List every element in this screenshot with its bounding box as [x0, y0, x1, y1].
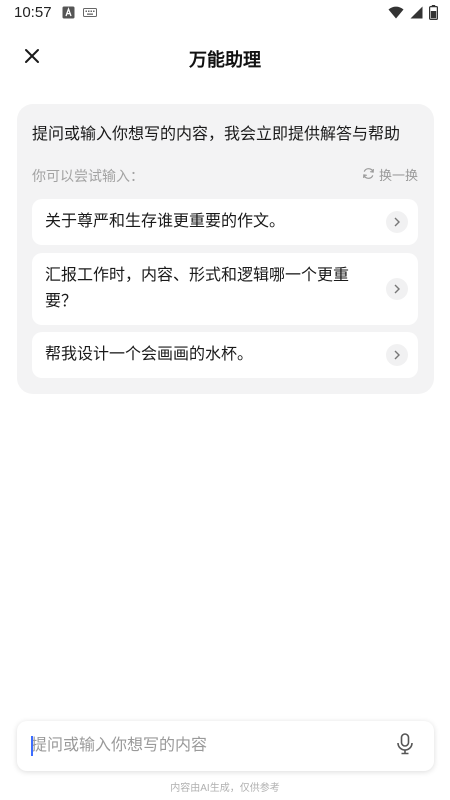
a-badge-icon: [62, 6, 75, 24]
ai-disclaimer: 内容由AI生成，仅供参考: [170, 783, 280, 794]
card-intro-text: 提问或输入你想写的内容，我会立即提供解答与帮助: [32, 126, 401, 143]
suggestion-item[interactable]: 帮我设计一个会画画的水杯。: [32, 332, 418, 378]
page-title: 万能助理: [189, 50, 261, 70]
text-caret: [31, 736, 33, 756]
suggestion-card: 提问或输入你想写的内容，我会立即提供解答与帮助 你可以尝试输入： 换一换 关于尊…: [17, 104, 434, 394]
voice-input-button[interactable]: [392, 732, 418, 760]
wifi-icon: [388, 6, 404, 24]
chevron-right-icon: [386, 211, 408, 233]
microphone-icon: [396, 732, 414, 760]
suggestion-text: 关于尊严和生存谁更重要的作文。: [45, 213, 286, 230]
chevron-right-icon: [386, 344, 408, 366]
system-icons: [388, 5, 439, 25]
try-label: 你可以尝试输入：: [32, 168, 144, 184]
header: 万能助理: [0, 36, 450, 80]
signal-icon: [410, 6, 423, 24]
notification-icons: [62, 6, 97, 24]
refresh-button[interactable]: 换一换: [362, 165, 418, 184]
refresh-label: 换一换: [378, 168, 418, 183]
suggestion-text: 帮我设计一个会画画的水杯。: [45, 346, 254, 363]
status-bar: 10:57: [0, 0, 450, 26]
status-time: 10:57: [14, 4, 52, 21]
chevron-right-icon: [386, 278, 408, 300]
input-bar: [17, 721, 434, 771]
suggestion-item[interactable]: 关于尊严和生存谁更重要的作文。: [32, 199, 418, 245]
refresh-icon: [362, 167, 375, 183]
suggestion-item[interactable]: 汇报工作时，内容、形式和逻辑哪一个更重要？: [32, 253, 418, 325]
keyboard-icon: [83, 6, 97, 24]
prompt-input[interactable]: [31, 734, 371, 758]
suggestion-text: 汇报工作时，内容、形式和逻辑哪一个更重要？: [45, 267, 350, 310]
battery-icon: [429, 5, 439, 25]
